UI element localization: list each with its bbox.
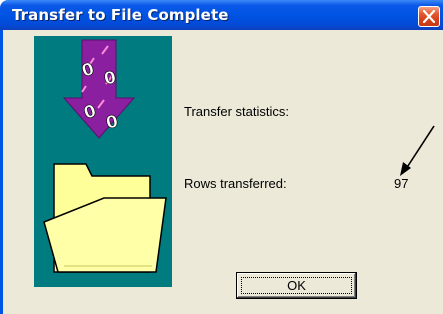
- rows-transferred-value: 97: [394, 176, 409, 191]
- ok-button-label: OK: [287, 277, 306, 293]
- download-arrow-icon: 0 0 0 0: [62, 39, 136, 139]
- transfer-statistics-label: Transfer statistics:: [184, 104, 289, 119]
- folder-icon: [43, 163, 167, 273]
- title-bar[interactable]: Transfer to File Complete: [0, 0, 443, 30]
- annotation-arrow-icon: [400, 125, 435, 176]
- file-transfer-illustration: 0 0 0 0: [34, 36, 172, 287]
- rows-transferred-label: Rows transferred:: [184, 176, 287, 191]
- ok-button[interactable]: OK: [236, 272, 357, 299]
- dialog-window: Transfer to File Complete 0 0 0 0 Transf…: [0, 0, 443, 314]
- close-button[interactable]: [418, 6, 440, 27]
- close-icon: [423, 10, 435, 23]
- window-title: Transfer to File Complete: [12, 6, 229, 24]
